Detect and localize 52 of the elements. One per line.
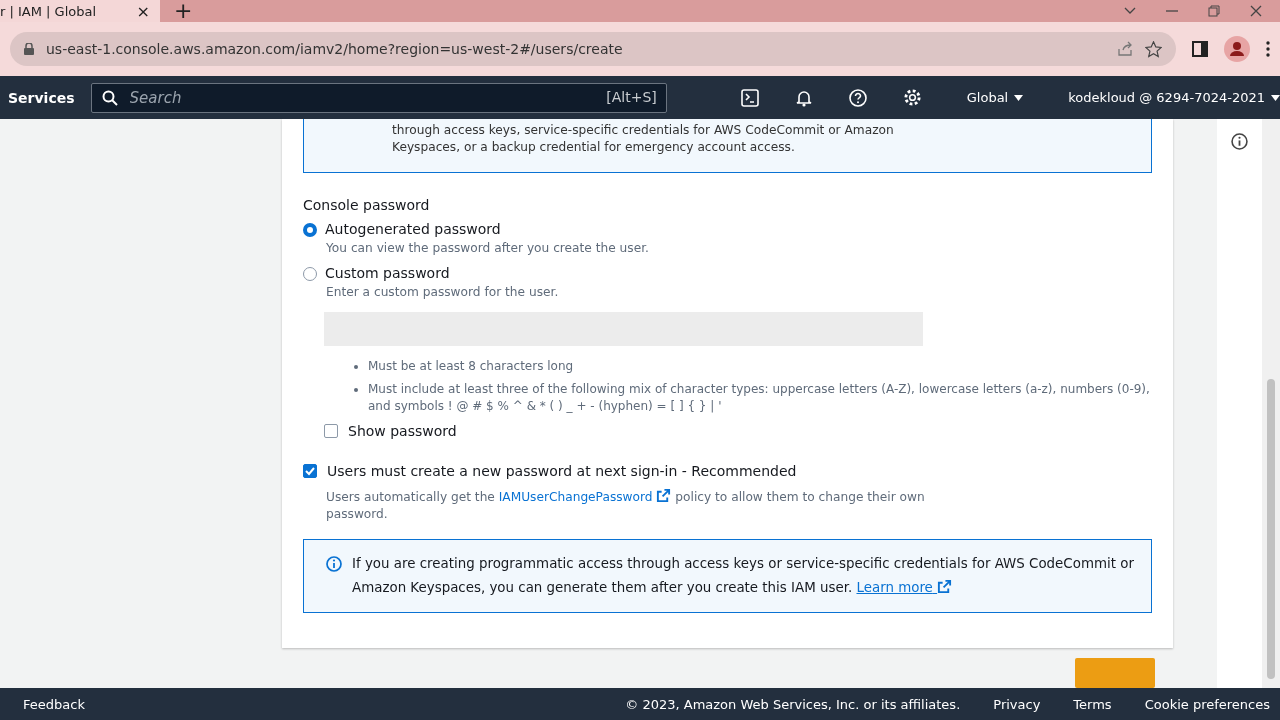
footer-link[interactable]: Cookie preferences bbox=[1144, 696, 1270, 712]
checkbox-label: Show password bbox=[348, 423, 457, 439]
scrollbar-thumb[interactable] bbox=[1267, 379, 1275, 679]
feedback-link[interactable]: Feedback bbox=[23, 696, 85, 712]
region-menu[interactable]: Global bbox=[966, 90, 1024, 105]
footer-link[interactable]: Terms bbox=[1073, 696, 1112, 712]
bell-icon[interactable] bbox=[794, 88, 813, 107]
alert-text: through access keys, service-specific credentials for AWS CodeCommit or Amazon bbox=[392, 122, 895, 139]
star-icon[interactable] bbox=[1145, 40, 1162, 58]
bullet-icon bbox=[354, 365, 358, 369]
account-menu[interactable]: kodekloud @ 6294-7024-2021 bbox=[1068, 90, 1280, 105]
new-tab-button[interactable]: + bbox=[174, 1, 193, 21]
option-label: Custom password bbox=[325, 265, 450, 281]
settings-icon[interactable] bbox=[902, 88, 922, 107]
caret-down-icon bbox=[1271, 94, 1280, 101]
radio-button[interactable] bbox=[303, 223, 317, 237]
side-panel-icon[interactable] bbox=[1192, 41, 1208, 57]
footer-link[interactable]: Privacy bbox=[993, 696, 1041, 712]
rule-text: Must be at least 8 characters long bbox=[368, 358, 574, 375]
checkbox-label: Users must create a new password at next sign-in - Recommended bbox=[327, 463, 797, 479]
services-menu[interactable]: Services bbox=[0, 89, 83, 106]
policy-description: Users automatically get the IAMUserChangePassword policy to allow them to change their own password. bbox=[326, 488, 926, 523]
avatar-icon[interactable] bbox=[1224, 36, 1250, 62]
info-text: If you are creating programmatic access through access keys or service-specific credentials for AWS CodeCommit or Amazon Keyspaces, you can generate them after you create this IAM user. Learn more bbox=[352, 555, 1135, 597]
checkbox[interactable] bbox=[303, 464, 317, 478]
menu-icon[interactable] bbox=[1266, 41, 1270, 57]
lock-icon bbox=[24, 43, 34, 55]
close-icon[interactable] bbox=[1250, 5, 1262, 17]
share-icon[interactable] bbox=[1117, 41, 1133, 57]
restore-icon[interactable] bbox=[1208, 5, 1220, 17]
option-label: Autogenerated password bbox=[325, 221, 501, 237]
option-description: You can view the password after you create the user. bbox=[326, 241, 650, 255]
option-description: Enter a custom password for the user. bbox=[326, 285, 560, 299]
learn-more-link[interactable]: Learn more bbox=[856, 580, 953, 595]
policy-link[interactable]: IAMUserChangePassword bbox=[498, 490, 672, 504]
chevron-down-icon[interactable] bbox=[1124, 7, 1136, 15]
info-icon[interactable] bbox=[1231, 133, 1248, 150]
bullet-icon bbox=[354, 388, 358, 392]
help-icon[interactable] bbox=[848, 88, 867, 107]
shortcut-hint: [Alt+S] bbox=[606, 88, 657, 105]
external-link-icon bbox=[937, 579, 953, 594]
info-icon bbox=[326, 556, 342, 572]
terminal-icon[interactable] bbox=[740, 88, 759, 107]
address-bar[interactable]: us-east-1.console.aws.amazon.com/iamv2/home?region=us-west-2#/users/create bbox=[10, 32, 1176, 66]
checkbox[interactable] bbox=[324, 424, 338, 438]
rule-text: Must include at least three of the following mix of character types: uppercase letters (A-Z), lowercase letters (a-z), numbers (0-9), and symbols ! @ # $ % ^ & * ( ) _ + - (hyphen) = [ ] { } | ' bbox=[368, 381, 1151, 415]
caret-down-icon bbox=[1014, 94, 1024, 101]
section-label: Console password bbox=[303, 197, 431, 213]
alert-text: Keyspaces, or a backup credential for emergency account access. bbox=[392, 139, 796, 156]
browser-tab[interactable]: r | IAM | Global × bbox=[0, 0, 160, 22]
external-link-icon bbox=[656, 488, 672, 503]
copyright-text: © 2023, Amazon Web Services, Inc. or its affiliates. bbox=[625, 696, 961, 712]
